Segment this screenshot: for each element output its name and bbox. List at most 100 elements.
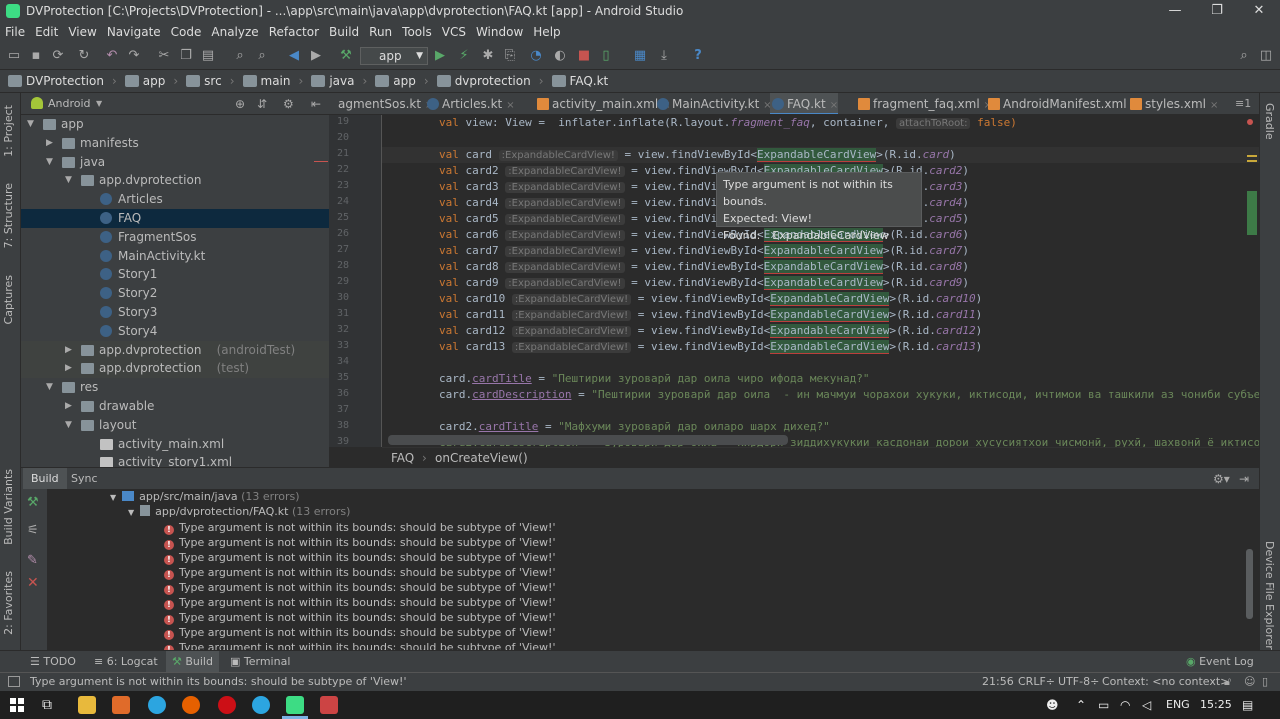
- coverage-icon[interactable]: ◐: [552, 48, 568, 64]
- error-row[interactable]: ! Type argument is not within its bounds:…: [164, 610, 555, 625]
- windows-start-icon[interactable]: [10, 698, 24, 712]
- error-status-icon[interactable]: [1247, 119, 1253, 125]
- tab-agmentsos-kt[interactable]: agmentSos.kt×: [329, 93, 433, 114]
- editor-crumb-function[interactable]: onCreateView(): [435, 448, 528, 468]
- gear-icon[interactable]: ⚙▾: [1213, 468, 1230, 490]
- error-row[interactable]: ! Type argument is not within its bounds:…: [164, 595, 555, 610]
- tab-androidmanifest-xml[interactable]: AndroidManifest.xml×: [986, 93, 1139, 114]
- device-explorer-tool-button[interactable]: Device File Explorer: [1263, 541, 1276, 650]
- forward-icon[interactable]: ▶: [308, 48, 324, 64]
- code-line[interactable]: val view: View = inflater.inflate(R.layo…: [439, 115, 1017, 131]
- close-icon[interactable]: ✕: [27, 575, 39, 591]
- locate-icon[interactable]: ⊕: [235, 93, 245, 115]
- menu-vcs[interactable]: VCS: [437, 25, 471, 39]
- project-structure-icon[interactable]: ▦: [632, 48, 648, 64]
- hide-panel-icon[interactable]: ⇤: [311, 93, 321, 115]
- tab-build-bottom[interactable]: ⚒ Build: [166, 651, 219, 673]
- tree-item[interactable]: ▶ manifests: [21, 134, 329, 153]
- breadcrumb-item[interactable]: app ›: [124, 74, 178, 88]
- breadcrumb-item[interactable]: FAQ.kt: [551, 74, 608, 88]
- code-line[interactable]: val card13 :ExpandableCardView! = view.f…: [439, 339, 982, 355]
- close-button[interactable]: ✕: [1238, 0, 1280, 22]
- minimize-button[interactable]: —: [1154, 0, 1196, 22]
- tab-build[interactable]: Build: [23, 468, 67, 490]
- tree-item[interactable]: Story4: [21, 322, 329, 341]
- menu-build[interactable]: Build: [324, 25, 364, 39]
- menu-refactor[interactable]: Refactor: [264, 25, 324, 39]
- menu-window[interactable]: Window: [471, 25, 528, 39]
- chevron-down-icon[interactable]: ▼: [96, 93, 102, 115]
- app-icon[interactable]: [320, 696, 338, 714]
- chevron-right-icon[interactable]: ▶: [65, 359, 75, 378]
- code-line[interactable]: val card12 :ExpandableCardView! = view.f…: [439, 323, 982, 339]
- file-explorer-icon[interactable]: [78, 696, 96, 714]
- chevron-down-icon[interactable]: ▼: [65, 171, 75, 190]
- stop-icon[interactable]: ■: [576, 48, 592, 64]
- find-icon[interactable]: ⌕: [232, 48, 248, 64]
- code-line[interactable]: card.cardTitle = "Пештирии зуроварӣ дар …: [439, 371, 870, 387]
- copy-icon[interactable]: ❐: [178, 48, 194, 64]
- tab-activity_main-xml[interactable]: activity_main.xml×: [535, 93, 671, 114]
- tab-logcat[interactable]: ≡ 6: Logcat: [88, 651, 164, 673]
- favorites-tool-button[interactable]: 2: Favorites: [2, 571, 15, 635]
- tree-item[interactable]: Story1: [21, 265, 329, 284]
- keyboard-language[interactable]: ENG: [1166, 691, 1190, 719]
- project-view-select[interactable]: Android: [48, 93, 91, 115]
- close-tab-icon[interactable]: ×: [1210, 100, 1218, 111]
- code-line[interactable]: val card :ExpandableCardView! = view.fin…: [439, 147, 956, 163]
- tree-item[interactable]: Articles: [21, 190, 329, 209]
- menu-tools[interactable]: Tools: [397, 25, 437, 39]
- build-root-row[interactable]: ▼ app/src/main/java (13 errors): [110, 489, 300, 504]
- people-icon[interactable]: ☻: [1046, 691, 1059, 719]
- breadcrumb-item[interactable]: main ›: [242, 74, 303, 88]
- tree-item[interactable]: FragmentSos: [21, 228, 329, 247]
- error-row[interactable]: ! Type argument is not within its bounds:…: [164, 535, 555, 550]
- firefox-icon[interactable]: [182, 696, 200, 714]
- tree-item[interactable]: activity_main.xml: [21, 435, 329, 454]
- menu-analyze[interactable]: Analyze: [206, 25, 263, 39]
- undo-icon[interactable]: ↶: [104, 48, 120, 64]
- ide-updates-icon[interactable]: ◫: [1258, 48, 1274, 64]
- tab-mainactivity-kt[interactable]: MainActivity.kt ×: [655, 93, 772, 114]
- gradle-tool-button[interactable]: Gradle: [1263, 103, 1276, 140]
- editor-crumb-class[interactable]: FAQ: [391, 448, 414, 468]
- sync-icon[interactable]: ⟳: [50, 48, 66, 64]
- chevron-down-icon[interactable]: ▼: [46, 378, 56, 397]
- gear-icon[interactable]: ⚙: [283, 93, 294, 115]
- code-line[interactable]: val card7 :ExpandableCardView! = view.fi…: [439, 243, 969, 259]
- tree-item[interactable]: ▼ app: [21, 115, 329, 134]
- breadcrumb-item[interactable]: DVProtection ›: [8, 74, 117, 88]
- tree-item[interactable]: ▼ java: [21, 153, 329, 172]
- network-icon[interactable]: ▭: [1098, 691, 1109, 719]
- build-variants-tool-button[interactable]: Build Variants: [2, 469, 15, 545]
- chevron-down-icon[interactable]: ▼: [65, 416, 75, 435]
- horizontal-scrollbar[interactable]: [388, 435, 788, 445]
- pin-icon[interactable]: ✎: [27, 553, 38, 568]
- code-editor[interactable]: val view: View = inflater.inflate(R.layo…: [382, 115, 1259, 447]
- tree-item[interactable]: FAQ: [21, 209, 329, 228]
- debug-icon[interactable]: ✱: [480, 48, 496, 64]
- tab-sync[interactable]: Sync: [63, 468, 106, 490]
- tab-faq-kt[interactable]: FAQ.kt ×: [770, 93, 839, 114]
- menu-navigate[interactable]: Navigate: [102, 25, 166, 39]
- tab-todo[interactable]: ☰ TODO: [24, 651, 82, 673]
- menu-edit[interactable]: Edit: [30, 25, 63, 39]
- tree-item[interactable]: ▶ app.dvprotection (androidTest): [21, 340, 329, 360]
- search-everywhere-icon[interactable]: ⌕: [1236, 48, 1252, 64]
- code-line[interactable]: val card10 :ExpandableCardView! = view.f…: [439, 291, 982, 307]
- code-line[interactable]: val card11 :ExpandableCardView! = view.f…: [439, 307, 982, 323]
- error-row[interactable]: ! Type argument is not within its bounds:…: [164, 565, 555, 580]
- tree-item[interactable]: ▼ res: [21, 378, 329, 397]
- profile-icon[interactable]: ◔: [528, 48, 544, 64]
- filter-icon[interactable]: ⚟: [27, 523, 39, 538]
- sdk-manager-icon[interactable]: ⤓: [656, 48, 672, 64]
- volume-icon[interactable]: ◁: [1142, 691, 1151, 719]
- replace-icon[interactable]: ⌕: [254, 48, 270, 64]
- redo-icon[interactable]: ↷: [126, 48, 142, 64]
- tab-event-log[interactable]: ◉ Event Log: [1180, 651, 1260, 673]
- tab-styles-xml[interactable]: styles.xml ×: [1128, 93, 1218, 114]
- menu-run[interactable]: Run: [364, 25, 397, 39]
- tree-item[interactable]: MainActivity.kt: [21, 247, 329, 266]
- event-icon[interactable]: ▯: [1262, 673, 1268, 691]
- tree-item[interactable]: activity_story1.xml: [21, 453, 329, 467]
